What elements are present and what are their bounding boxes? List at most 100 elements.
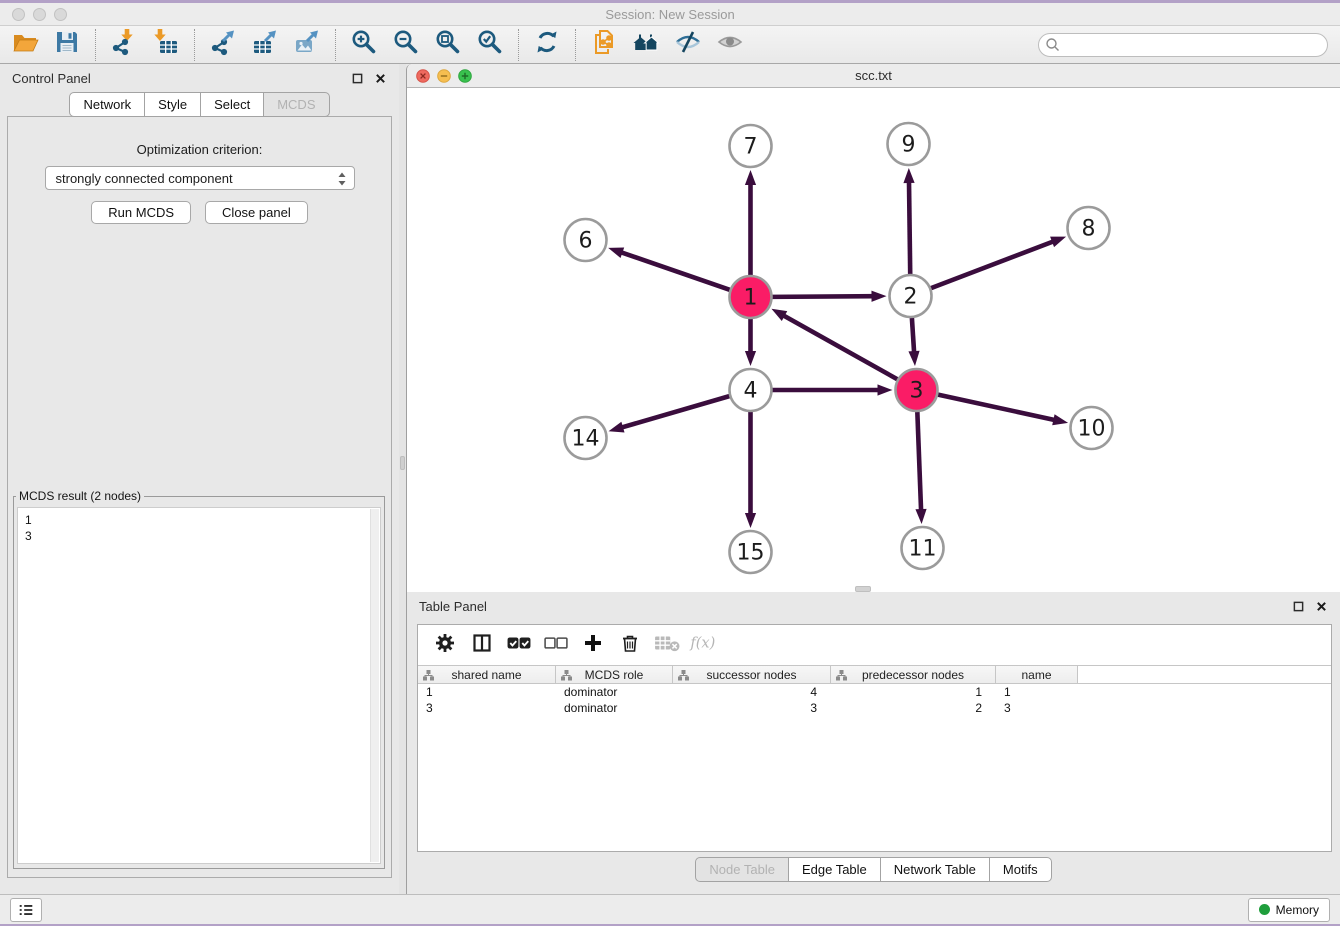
tab-mcds[interactable]: MCDS (263, 92, 329, 117)
magnifier-check-icon (476, 28, 504, 61)
graph-edge-2-3[interactable] (912, 318, 914, 354)
graph-edge-2-9[interactable] (909, 180, 910, 274)
export-table-icon (251, 28, 279, 61)
memory-label: Memory (1276, 903, 1319, 917)
table-cell[interactable]: 2 (831, 701, 996, 715)
criterion-select[interactable]: strongly connected component (45, 166, 355, 190)
hierarchy-icon (561, 670, 572, 681)
mcds-result-list[interactable]: 13 (17, 507, 381, 864)
zoom-in-button[interactable] (343, 28, 385, 62)
graph-edge-1-6[interactable] (620, 252, 730, 290)
tab-select[interactable]: Select (200, 92, 264, 117)
magnifier-fit-icon (434, 28, 462, 61)
column-header-predecessor-nodes[interactable]: predecessor nodes (831, 666, 996, 683)
table-tab-edge-table[interactable]: Edge Table (788, 857, 881, 882)
table-tab-motifs[interactable]: Motifs (989, 857, 1052, 882)
hierarchy-icon (836, 670, 847, 681)
run-mcds-button[interactable]: Run MCDS (91, 201, 191, 224)
tab-network[interactable]: Network (69, 92, 145, 117)
column-header-name[interactable]: name (996, 666, 1078, 683)
result-scrollbar[interactable] (370, 509, 379, 862)
control-panel-title: Control Panel (12, 71, 91, 86)
zoom-fit-button[interactable] (427, 28, 469, 62)
graph-edge-4-14[interactable] (620, 396, 729, 428)
table-tab-network-table[interactable]: Network Table (880, 857, 990, 882)
toolbar-separator (95, 29, 96, 61)
magnifier-minus-icon (392, 28, 420, 61)
import-network-icon (110, 28, 138, 61)
close-table-panel-button[interactable] (1314, 599, 1328, 613)
export-table-button[interactable] (244, 28, 286, 62)
column-layout-button[interactable] (463, 629, 500, 661)
criterion-value: strongly connected component (56, 171, 233, 186)
settings-button[interactable] (426, 629, 463, 661)
table-row[interactable]: 3dominator323 (418, 700, 1331, 716)
graph-edge-3-10[interactable] (938, 395, 1056, 421)
tab-style[interactable]: Style (144, 92, 201, 117)
export-image-button[interactable] (286, 28, 328, 62)
table-cell[interactable]: 1 (831, 685, 996, 699)
graph-edge-3-11[interactable] (917, 412, 921, 512)
column-header-MCDS-role[interactable]: MCDS role (556, 666, 673, 683)
table-cell[interactable]: 1 (418, 685, 556, 699)
import-network-button[interactable] (103, 28, 145, 62)
documents-share-button[interactable] (583, 28, 625, 62)
import-table-button[interactable] (145, 28, 187, 62)
show-eye-button[interactable] (709, 28, 751, 62)
graph-node-label: 4 (744, 379, 758, 404)
graph-node-label: 14 (572, 427, 600, 452)
graph-node-label: 15 (737, 541, 765, 566)
delete-column-button[interactable] (611, 629, 648, 661)
graph-edge-3-1[interactable] (782, 315, 897, 380)
control-panel: Control Panel NetworkStyleSelectMCDS Opt… (0, 64, 399, 894)
save-session-button[interactable] (46, 28, 88, 62)
add-column-button[interactable] (574, 629, 611, 661)
network-canvas[interactable]: 7968124314101511 (407, 88, 1340, 592)
search-icon (1045, 37, 1061, 53)
table-cell[interactable]: 1 (996, 685, 1078, 699)
close-panel-button[interactable] (373, 71, 387, 85)
select-all-button[interactable] (500, 629, 537, 661)
memory-button[interactable]: Memory (1248, 898, 1330, 922)
table-cell[interactable]: 3 (996, 701, 1078, 715)
columns-icon (472, 633, 492, 658)
column-header-successor-nodes[interactable]: successor nodes (673, 666, 831, 683)
close-panel-action-button[interactable]: Close panel (205, 201, 308, 224)
hide-eye-button[interactable] (667, 28, 709, 62)
toolbar-separator (194, 29, 195, 61)
table-tab-node-table[interactable]: Node Table (695, 857, 789, 882)
task-history-button[interactable] (10, 898, 42, 922)
checks-icon (507, 633, 531, 658)
graph-edge-1-2[interactable] (772, 296, 874, 297)
float-table-panel-button[interactable] (1291, 599, 1305, 613)
search-input[interactable] (1038, 33, 1328, 57)
edge-arrowhead (908, 351, 919, 366)
network-view-window: scc.txt 7968124314101511 (406, 64, 1340, 592)
refresh-layout-button[interactable] (526, 28, 568, 62)
vertical-splitter[interactable] (399, 64, 406, 894)
zoom-selected-button[interactable] (469, 28, 511, 62)
float-panel-button[interactable] (350, 71, 364, 85)
table-cell[interactable]: 4 (673, 685, 831, 699)
column-header-shared-name[interactable]: shared name (418, 666, 556, 683)
table-cell[interactable]: dominator (556, 685, 673, 699)
mcds-result-node: 3 (18, 528, 380, 544)
houses-button[interactable] (625, 28, 667, 62)
zoom-out-button[interactable] (385, 28, 427, 62)
folder-open-icon (11, 28, 39, 61)
graph-edge-2-8[interactable] (931, 241, 1055, 288)
deselect-all-button[interactable] (537, 629, 574, 661)
graph-node-label: 3 (910, 379, 924, 404)
table-row[interactable]: 1dominator411 (418, 684, 1331, 700)
table-panel-title: Table Panel (419, 599, 487, 614)
eye-gray-icon (716, 28, 744, 61)
edge-arrowhead (1052, 414, 1068, 425)
open-session-button[interactable] (4, 28, 46, 62)
table-cell[interactable]: 3 (673, 701, 831, 715)
export-network-button[interactable] (202, 28, 244, 62)
splitter-grip[interactable] (400, 456, 405, 470)
table-cell[interactable]: 3 (418, 701, 556, 715)
table-cell[interactable]: dominator (556, 701, 673, 715)
os-titlebar: Session: New Session (0, 0, 1340, 26)
edge-arrowhead (771, 309, 787, 321)
